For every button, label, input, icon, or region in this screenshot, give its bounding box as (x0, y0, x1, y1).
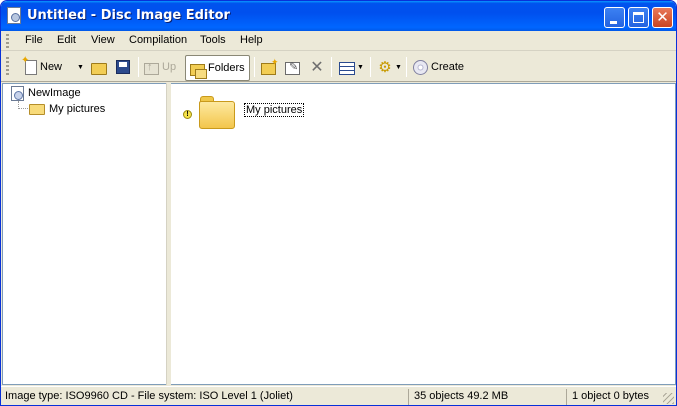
create-button[interactable]: Create (413, 56, 464, 78)
tree-item-my-pictures[interactable]: My pictures (29, 101, 105, 117)
new-button[interactable]: New (21, 55, 63, 78)
disc-image-icon (11, 85, 24, 101)
list-item[interactable]: ! My pictures (183, 92, 305, 130)
warning-icon: ! (183, 109, 192, 119)
toolbar-separator (254, 57, 255, 77)
status-object-summary: 35 objects 49.2 MB (410, 389, 567, 405)
app-window: Untitled - Disc Image Editor ✕ File Edit… (0, 0, 677, 406)
menu-bar: File Edit View Compilation Tools Help (1, 31, 676, 51)
close-button[interactable]: ✕ (652, 7, 673, 28)
open-button[interactable] (91, 56, 107, 78)
new-dropdown-button[interactable]: ▼ (75, 56, 84, 78)
menu-view[interactable]: View (90, 34, 116, 46)
menu-tools[interactable]: Tools (199, 34, 227, 46)
toolbar-separator (406, 57, 407, 77)
title-bar[interactable]: Untitled - Disc Image Editor ✕ (1, 1, 676, 31)
minimize-icon (610, 21, 617, 24)
tree-connector (18, 108, 28, 109)
menu-file[interactable]: File (24, 34, 44, 46)
folders-button[interactable]: Folders (185, 55, 250, 81)
dropdown-arrow-icon: ▼ (357, 63, 364, 71)
list-item-label: My pictures (244, 103, 305, 117)
folders-icon (190, 63, 207, 79)
tree-item-label: NewImage (28, 87, 81, 99)
toolbar-separator (138, 57, 139, 77)
save-icon (116, 60, 130, 74)
dropdown-arrow-icon: ▼ (77, 63, 84, 71)
properties-icon (285, 60, 300, 75)
maximize-button[interactable] (628, 7, 649, 28)
gear-icon: ⚙ (378, 58, 392, 76)
properties-button[interactable] (285, 56, 300, 78)
new-button-label: New (40, 61, 63, 73)
close-icon: ✕ (656, 8, 669, 26)
minimize-button[interactable] (604, 7, 625, 28)
save-button[interactable] (116, 56, 130, 78)
maximize-icon (633, 12, 644, 23)
settings-button[interactable]: ⚙ ▼ (377, 56, 402, 78)
status-image-info: Image type: ISO9960 CD - File system: IS… (1, 389, 409, 405)
tree-item-label: My pictures (49, 103, 106, 115)
toolbar-separator (331, 57, 332, 77)
menu-edit[interactable]: Edit (56, 34, 77, 46)
new-folder-button[interactable] (261, 56, 279, 78)
cd-icon (413, 59, 428, 75)
menu-compilation[interactable]: Compilation (128, 34, 188, 46)
folder-tree[interactable]: NewImage My pictures (2, 83, 166, 385)
status-selection-summary: 1 object 0 bytes (572, 390, 650, 402)
toolbar-separator (370, 57, 371, 77)
view-mode-button[interactable]: ▼ (339, 56, 364, 78)
open-folder-icon (91, 62, 107, 75)
toolbar: New ▼ Up Folders ✕ (1, 52, 676, 82)
tree-item-root[interactable]: NewImage (11, 85, 81, 101)
menu-help[interactable]: Help (239, 34, 264, 46)
up-folder-icon (144, 61, 159, 75)
up-button[interactable]: Up (144, 56, 176, 78)
up-button-label: Up (162, 61, 177, 73)
new-folder-icon (261, 57, 279, 75)
folder-icon (198, 92, 236, 130)
disc-document-icon[interactable] (7, 7, 21, 24)
delete-icon: ✕ (310, 57, 324, 76)
resize-grip[interactable] (663, 393, 674, 404)
new-document-icon (21, 55, 37, 75)
view-list-icon (339, 61, 355, 75)
window-title: Untitled - Disc Image Editor (27, 8, 230, 23)
toolbar-grip[interactable] (6, 57, 9, 77)
menubar-grip[interactable] (6, 34, 9, 48)
create-button-label: Create (431, 61, 465, 73)
file-list[interactable]: ! My pictures (171, 83, 676, 385)
folder-icon (29, 103, 45, 115)
delete-button[interactable]: ✕ (309, 56, 325, 78)
status-bar: Image type: ISO9960 CD - File system: IS… (1, 386, 676, 405)
folders-button-label: Folders (208, 62, 245, 74)
dropdown-arrow-icon: ▼ (395, 63, 402, 71)
